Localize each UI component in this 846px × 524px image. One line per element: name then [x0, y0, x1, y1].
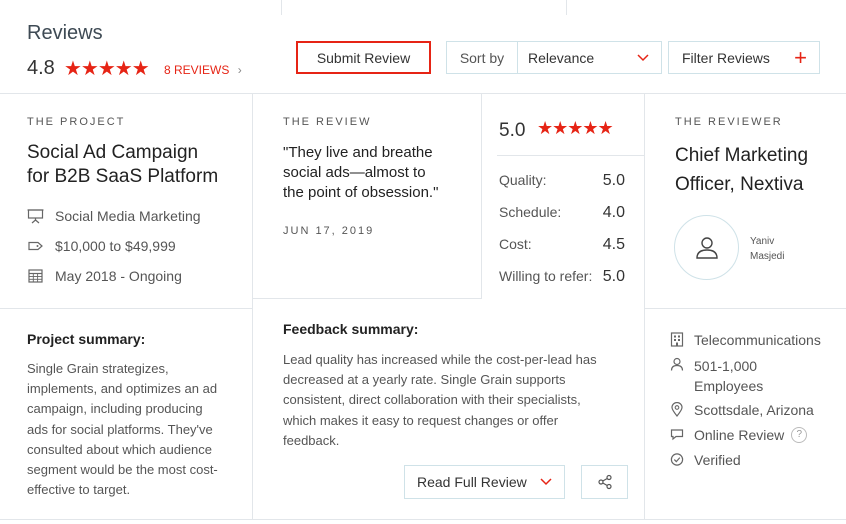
user-icon — [695, 236, 718, 259]
review-overall-rating: 5.0 — [499, 120, 526, 141]
quote-line: the point of obsession." — [283, 184, 439, 201]
rating-stars: ★★★★★ — [64, 58, 150, 80]
project-summary-heading: Project summary: — [27, 331, 146, 347]
sort-value: Relevance — [528, 49, 595, 66]
presentation-icon — [27, 209, 44, 224]
avatar — [674, 215, 739, 280]
plus-icon: + — [794, 44, 807, 70]
reviewer-caption: THE REVIEWER — [675, 116, 783, 128]
review-stars: ★★★★★ — [537, 118, 614, 138]
metric-willing-to-refer: Willing to refer: 5.0 — [499, 268, 625, 286]
metric-label: Willing to refer: — [499, 268, 593, 284]
person-icon — [670, 357, 684, 371]
company-size-detail: 501-1,000 Employees — [670, 356, 763, 396]
company-size-text: 501-1,000 Employees — [694, 356, 763, 396]
company-size-line: Employees — [694, 378, 764, 394]
filter-reviews-button[interactable]: Filter Reviews + — [668, 41, 820, 74]
quote-line: "They live and breathe — [283, 144, 433, 161]
review-quote: "They live and breathe social ads—almost… — [283, 143, 438, 203]
sort-divider — [517, 42, 518, 73]
reviewer-name-line: Yaniv — [750, 236, 775, 247]
reviews-heading: Reviews — [27, 22, 103, 44]
industry-text: Telecommunications — [694, 332, 821, 348]
company-size-line: 501-1,000 — [694, 358, 758, 374]
read-full-review-label: Read Full Review — [417, 474, 527, 490]
feedback-line: feedback. — [283, 432, 340, 448]
metric-schedule: Schedule: 4.0 — [499, 204, 625, 222]
metric-value: 4.5 — [602, 236, 625, 253]
feedback-line: consistent, direct collaboration with th… — [283, 392, 581, 408]
chevron-down-icon — [637, 53, 649, 61]
submit-review-label: Submit Review — [316, 49, 411, 66]
metric-cost: Cost: 4.5 — [499, 236, 625, 254]
reviewer-title-line: Chief Marketing — [675, 145, 809, 166]
summary-line: ads for social platforms. They've — [27, 421, 213, 437]
review-caption: THE REVIEW — [283, 116, 372, 128]
location-detail: Scottsdale, Arizona — [670, 401, 814, 419]
timeline-text: May 2018 - Ongoing — [55, 268, 182, 284]
verified-text: Verified — [694, 452, 741, 468]
summary-line: effective to target. — [27, 482, 131, 498]
summary-line: segment would be the most cost- — [27, 462, 218, 478]
feedback-summary: Lead quality has increased while the cos… — [283, 350, 638, 451]
submit-review-button[interactable]: Submit Review — [296, 41, 431, 74]
chat-bubble-icon — [670, 429, 684, 441]
summary-line: implements, and optimizes an ad — [27, 381, 218, 397]
project-summary: Single Grain strategizes, implements, an… — [27, 359, 249, 500]
metric-label: Cost: — [499, 236, 532, 252]
reviewer-name-line: Masjedi — [750, 251, 785, 262]
share-icon — [597, 474, 612, 490]
timeline-detail: May 2018 - Ongoing — [27, 268, 182, 284]
check-circle-icon — [670, 453, 684, 466]
calendar-icon — [28, 269, 43, 283]
service-detail: Social Media Marketing — [27, 208, 201, 224]
metric-value: 4.0 — [602, 204, 625, 221]
project-title-line: for B2B SaaS Platform — [27, 166, 219, 187]
filter-reviews-label: Filter Reviews — [682, 49, 770, 66]
reviewer-title-line: Officer, Nextiva — [675, 174, 804, 195]
metric-value: 5.0 — [602, 268, 625, 285]
service-text: Social Media Marketing — [55, 208, 201, 224]
feedback-line: decreased at a yearly rate. Single Grain… — [283, 372, 566, 388]
quote-line: social ads—almost to — [283, 164, 426, 181]
feedback-line: which makes it easy to request changes o… — [283, 412, 559, 428]
reviewer-title: Chief Marketing Officer, Nextiva — [675, 141, 808, 199]
project-caption: THE PROJECT — [27, 116, 126, 128]
reviews-count-link[interactable]: 8 REVIEWS › — [164, 63, 242, 77]
read-full-review-button[interactable]: Read Full Review — [404, 465, 565, 499]
budget-text: $10,000 to $49,999 — [55, 238, 176, 254]
price-tag-icon — [28, 241, 43, 251]
chevron-right-icon: › — [237, 63, 242, 77]
review-date: JUN 17, 2019 — [283, 225, 375, 237]
summary-line: Single Grain strategizes, — [27, 361, 169, 376]
location-pin-icon — [671, 402, 683, 417]
budget-detail: $10,000 to $49,999 — [27, 238, 176, 254]
metric-label: Schedule: — [499, 204, 562, 220]
building-icon — [670, 332, 684, 347]
overall-rating: 4.8 — [27, 57, 55, 79]
sort-by-label: Sort by — [459, 49, 505, 66]
review-source-text: Online Review — [694, 427, 785, 443]
project-title-line: Social Ad Campaign — [27, 142, 199, 163]
metric-label: Quality: — [499, 172, 547, 188]
review-source-detail: Online Review ? — [670, 426, 808, 444]
summary-line: consulted about which audience — [27, 441, 213, 457]
reviewer-name: Yaniv Masjedi — [750, 234, 784, 264]
share-button[interactable] — [581, 465, 628, 499]
project-title: Social Ad Campaign for B2B SaaS Platform — [27, 141, 218, 189]
chevron-down-icon — [540, 478, 552, 486]
feedback-summary-heading: Feedback summary: — [283, 321, 419, 337]
summary-line: campaign, including producing — [27, 401, 203, 417]
reviews-count-label: 8 REVIEWS — [164, 63, 230, 77]
location-text: Scottsdale, Arizona — [694, 402, 814, 418]
feedback-line: Lead quality has increased while the cos… — [283, 352, 597, 367]
help-icon[interactable]: ? — [791, 427, 808, 443]
sort-by-select[interactable]: Sort by Relevance — [446, 41, 662, 74]
metric-quality: Quality: 5.0 — [499, 172, 625, 190]
industry-detail: Telecommunications — [670, 331, 821, 349]
metric-value: 5.0 — [602, 172, 625, 189]
verified-detail: Verified — [670, 451, 741, 469]
